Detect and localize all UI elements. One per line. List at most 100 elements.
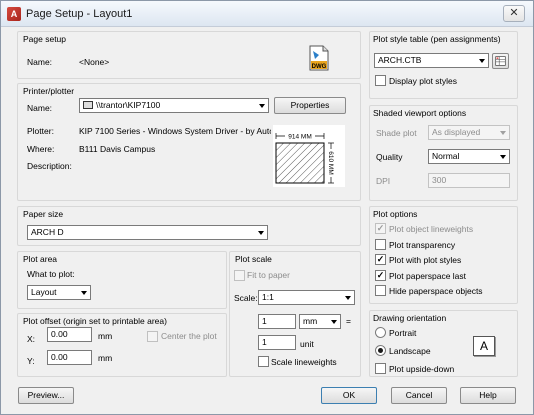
landscape-orientation-icon: A xyxy=(473,336,495,356)
fit-to-paper-label: Fit to paper xyxy=(247,270,290,280)
printer-name-label: Name: xyxy=(27,103,53,113)
shaded-viewport-group-label: Shaded viewport options xyxy=(373,108,467,118)
paper-size-value: ARCH D xyxy=(31,227,64,237)
plot-option-label: Plot transparency xyxy=(389,240,456,250)
display-plot-styles-checkbox[interactable] xyxy=(375,75,386,86)
printer-group-label: Printer/plotter xyxy=(23,86,75,96)
offset-x-label: X: xyxy=(27,334,36,344)
what-to-plot-dropdown[interactable]: Layout xyxy=(27,285,91,300)
close-button[interactable]: ✕ xyxy=(503,5,525,22)
plotter-value: KIP 7100 Series - Windows System Driver … xyxy=(79,126,271,136)
page-setup-dialog: A Page Setup - Layout1 ✕ Page setup Name… xyxy=(0,0,534,415)
plot-option-label: Plot object lineweights xyxy=(389,224,474,234)
scale-lineweights-label: Scale lineweights xyxy=(271,357,337,367)
where-label: Where: xyxy=(27,144,55,154)
quality-label: Quality xyxy=(376,152,403,162)
dpi-input[interactable]: 300 xyxy=(428,173,510,188)
preview-width-dim: 914 MM xyxy=(288,134,311,141)
shade-plot-label: Shade plot xyxy=(376,128,417,138)
plot-option-label: Plot with plot styles xyxy=(389,255,462,265)
printer-name-value: \\trantor\KIP7100 xyxy=(96,100,161,110)
preview-height-dim: 610 MM xyxy=(327,151,334,174)
offset-x-unit: mm xyxy=(98,331,113,341)
equals-sign: = xyxy=(346,316,351,326)
plot-offset-group-label: Plot offset (origin set to printable are… xyxy=(23,316,167,326)
plot-style-group-label: Plot style table (pen assignments) xyxy=(373,34,501,44)
window-title: Page Setup - Layout1 xyxy=(26,8,133,20)
chevron-down-icon xyxy=(345,296,351,300)
what-to-plot-label: What to plot: xyxy=(27,269,75,279)
dpi-label: DPI xyxy=(376,176,391,186)
plot-option-checkbox[interactable] xyxy=(375,285,386,296)
cancel-button[interactable]: Cancel xyxy=(391,387,447,404)
offset-y-label: Y: xyxy=(27,356,35,366)
chevron-down-icon xyxy=(81,291,87,295)
pen-table-icon xyxy=(495,56,506,66)
quality-dropdown[interactable]: Normal xyxy=(428,149,510,164)
chevron-down-icon xyxy=(500,155,506,159)
what-to-plot-value: Layout xyxy=(31,287,57,297)
scale-label: Scale: xyxy=(234,293,258,303)
plot-option-checkbox[interactable]: ✓ xyxy=(375,270,386,281)
plot-scale-group-label: Plot scale xyxy=(235,254,272,264)
chevron-down-icon xyxy=(331,320,337,324)
autocad-app-icon: A xyxy=(7,7,21,21)
scale-lineweights-checkbox[interactable] xyxy=(258,356,269,367)
plot-option-label: Plot paperspace last xyxy=(389,271,467,281)
offset-y-input[interactable]: 0.00 xyxy=(47,350,92,365)
dwg-file-icon: DWG xyxy=(309,45,329,71)
chevron-down-icon xyxy=(479,59,485,63)
where-value: B111 Davis Campus xyxy=(79,144,156,154)
offset-y-unit: mm xyxy=(98,353,113,363)
properties-button[interactable]: Properties xyxy=(274,97,346,114)
portrait-label: Portrait xyxy=(389,328,417,338)
plot-options-group-label: Plot options xyxy=(373,209,418,219)
upside-down-label: Plot upside-down xyxy=(389,364,455,374)
plot-style-value: ARCH.CTB xyxy=(378,55,422,65)
chevron-down-icon xyxy=(500,131,506,135)
printer-name-dropdown[interactable]: \\trantor\KIP7100 xyxy=(79,98,269,113)
plotter-label: Plotter: xyxy=(27,126,54,136)
printer-icon xyxy=(83,101,93,109)
scale-denominator-input[interactable]: 1 xyxy=(258,335,296,350)
help-button[interactable]: Help xyxy=(460,387,516,404)
scale-value: 1:1 xyxy=(262,292,274,302)
quality-value: Normal xyxy=(432,151,460,161)
orientation-group-label: Drawing orientation xyxy=(373,313,447,323)
scale-unit-value: mm xyxy=(303,316,318,326)
ok-button[interactable]: OK xyxy=(321,387,377,404)
display-plot-styles-label: Display plot styles xyxy=(389,76,458,86)
plot-option-label: Hide paperspace objects xyxy=(389,286,483,296)
portrait-radio[interactable] xyxy=(375,327,386,338)
shade-plot-value: As displayed xyxy=(432,127,481,137)
page-setup-group-label: Page setup xyxy=(23,34,67,44)
plot-option-checkbox[interactable]: ✓ xyxy=(375,254,386,265)
plot-area-group-label: Plot area xyxy=(23,254,58,264)
plot-option-checkbox[interactable] xyxy=(375,239,386,250)
offset-x-input[interactable]: 0.00 xyxy=(47,327,92,342)
description-label: Description: xyxy=(27,161,72,171)
paper-size-group-label: Paper size xyxy=(23,209,64,219)
scale-denominator-unit: unit xyxy=(300,339,314,349)
scale-unit-dropdown[interactable]: mm xyxy=(299,314,341,329)
fit-to-paper-checkbox[interactable] xyxy=(234,270,245,281)
center-plot-checkbox[interactable] xyxy=(147,331,158,342)
scale-dropdown[interactable]: 1:1 xyxy=(258,290,355,305)
upside-down-checkbox[interactable] xyxy=(375,363,386,374)
dwg-icon-text: DWG xyxy=(312,64,327,70)
landscape-radio[interactable] xyxy=(375,345,386,356)
preview-button[interactable]: Preview... xyxy=(18,387,74,404)
paper-size-dropdown[interactable]: ARCH D xyxy=(27,225,268,240)
setup-name-label: Name: xyxy=(27,57,53,67)
paper-preview: 914 MM 610 MM xyxy=(273,125,345,187)
title-bar: A Page Setup - Layout1 ✕ xyxy=(1,1,533,27)
chevron-down-icon xyxy=(259,104,265,108)
landscape-label: Landscape xyxy=(389,346,431,356)
shade-plot-dropdown[interactable]: As displayed xyxy=(428,125,510,140)
center-plot-label: Center the plot xyxy=(161,331,217,341)
edit-plot-style-button[interactable] xyxy=(492,53,509,69)
plot-option-checkbox[interactable]: ✓ xyxy=(375,223,386,234)
plot-style-dropdown[interactable]: ARCH.CTB xyxy=(374,53,489,68)
scale-numerator-input[interactable]: 1 xyxy=(258,314,296,329)
chevron-down-icon xyxy=(258,231,264,235)
